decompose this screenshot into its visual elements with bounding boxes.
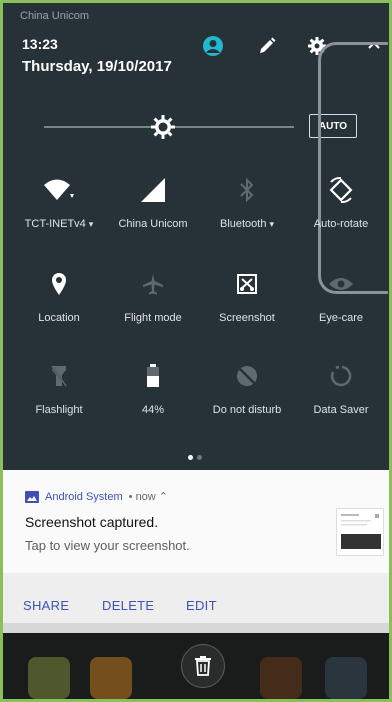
- page-dot: [197, 455, 202, 460]
- edit-icon[interactable]: [255, 34, 279, 58]
- screenshot-scissors-icon: [198, 270, 296, 298]
- tile-label: Bluetooth: [219, 218, 267, 230]
- tile-data-saver[interactable]: Data Saver: [292, 354, 390, 440]
- wifi-icon: [10, 176, 108, 204]
- tile-label: China Unicom: [118, 218, 188, 230]
- tile-auto-rotate[interactable]: Auto-rotate: [292, 168, 390, 254]
- tile-eye-care[interactable]: Eye-care: [292, 262, 390, 348]
- clear-all-button[interactable]: [181, 644, 225, 688]
- trash-icon: [195, 656, 211, 676]
- dropdown-icon: ▾: [88, 219, 94, 229]
- edit-button[interactable]: EDIT: [186, 598, 217, 613]
- tile-battery[interactable]: 44%: [104, 354, 202, 440]
- notification-title: Screenshot captured.: [25, 514, 159, 530]
- bluetooth-icon: [198, 176, 296, 204]
- tile-location[interactable]: Location: [10, 262, 108, 348]
- tile-wifi[interactable]: TCT-INETv4 ▾: [10, 168, 108, 254]
- tile-do-not-disturb[interactable]: Do not disturb: [198, 354, 296, 440]
- notification-app-name: Android System: [45, 490, 123, 503]
- carrier-label: China Unicom: [20, 10, 90, 22]
- data-saver-icon: [292, 362, 390, 390]
- tile-label: Flight mode: [124, 312, 182, 324]
- clock: 13:23: [22, 36, 58, 52]
- tile-label: Auto-rotate: [313, 218, 369, 230]
- battery-icon: [104, 362, 202, 390]
- page-dot-active: [188, 455, 193, 460]
- next-notification-peek: [3, 623, 389, 633]
- app-icon: [90, 657, 132, 699]
- dropdown-icon: ▾: [269, 219, 274, 229]
- tile-label: Data Saver: [313, 404, 369, 416]
- screenshot-thumbnail[interactable]: [336, 508, 384, 556]
- tile-screenshot[interactable]: Screenshot: [198, 262, 296, 348]
- tile-label: Screenshot: [219, 312, 275, 324]
- tile-mobile-data[interactable]: China Unicom: [104, 168, 202, 254]
- tile-bluetooth[interactable]: Bluetooth ▾: [198, 168, 296, 254]
- signal-icon: [104, 176, 202, 204]
- app-icon: [325, 657, 367, 699]
- tile-flashlight[interactable]: Flashlight: [10, 354, 108, 440]
- auto-rotate-icon: [292, 176, 390, 204]
- share-button[interactable]: SHARE: [23, 598, 69, 613]
- page-indicator[interactable]: [186, 447, 204, 465]
- airplane-icon: [104, 270, 202, 298]
- eye-icon: [292, 270, 390, 298]
- tile-label: 44%: [141, 404, 165, 416]
- account-icon[interactable]: [201, 34, 225, 58]
- notification-text: Tap to view your screenshot.: [25, 538, 190, 553]
- date-label: Thursday, 19/10/2017: [22, 58, 172, 75]
- do-not-disturb-icon: [198, 362, 296, 390]
- tile-label: Flashlight: [35, 404, 83, 416]
- notification-header: Android System • now ⌃: [25, 490, 168, 503]
- tile-label: Location: [38, 312, 80, 324]
- app-icon: [28, 657, 70, 699]
- tile-label: Eye-care: [318, 312, 364, 324]
- tile-flight-mode[interactable]: Flight mode: [104, 262, 202, 348]
- location-pin-icon: [10, 270, 108, 298]
- tile-label: TCT-INETv4: [24, 218, 86, 230]
- tile-label: Do not disturb: [212, 404, 282, 416]
- notification-meta: • now ⌃: [128, 491, 169, 503]
- image-app-icon: [25, 490, 39, 503]
- flashlight-icon: [10, 362, 108, 390]
- brightness-thumb-icon[interactable]: [150, 114, 176, 140]
- delete-button[interactable]: DELETE: [102, 598, 154, 613]
- app-icon: [260, 657, 302, 699]
